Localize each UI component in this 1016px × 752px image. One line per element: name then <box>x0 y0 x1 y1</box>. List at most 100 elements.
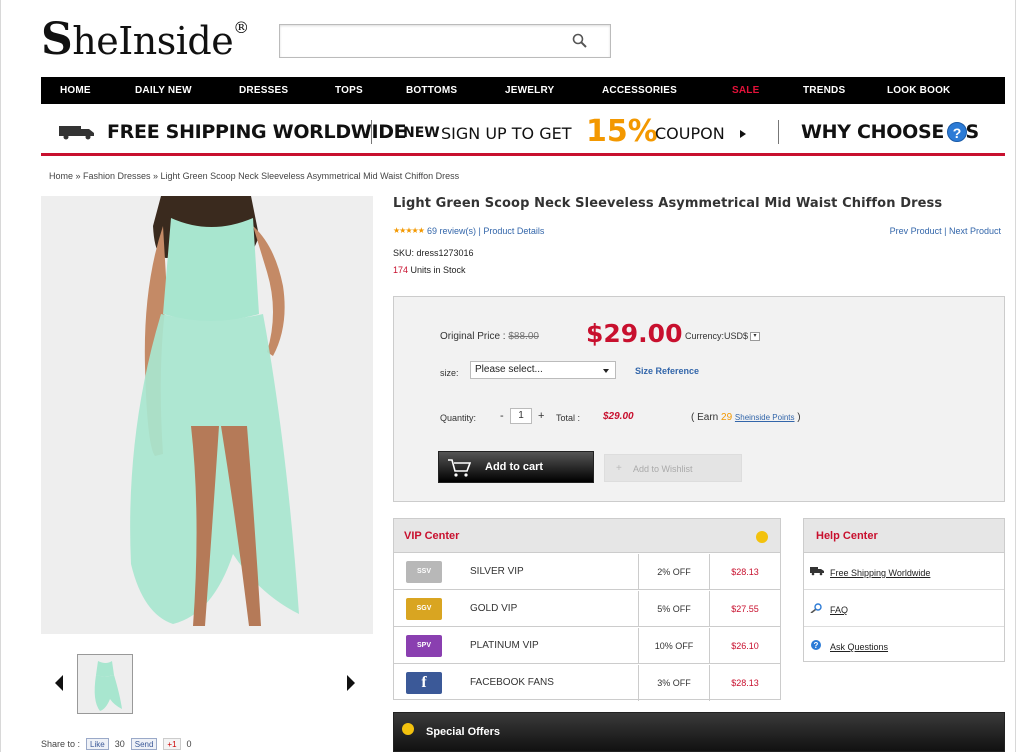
product-title: Light Green Scoop Neck Sleeveless Asymme… <box>393 196 943 211</box>
free-shipping-banner[interactable]: FREE SHIPPING WORLDWIDE <box>107 121 407 143</box>
chevron-down-icon[interactable]: ▾ <box>750 332 761 342</box>
stock-text: Units in Stock <box>408 265 466 275</box>
quantity-decrement-button[interactable]: - <box>500 410 504 422</box>
thumbnail-image[interactable] <box>77 654 133 714</box>
stock-count: 174 <box>393 265 409 275</box>
reviews-link[interactable]: 69 review(s) | Product Details <box>427 226 544 236</box>
cart-icon <box>448 459 471 477</box>
total-label: Total : <box>556 413 581 423</box>
nav-home[interactable]: HOME <box>60 85 91 96</box>
question-icon: ? <box>811 640 821 650</box>
facebook-send-button[interactable]: Send <box>130 738 158 750</box>
main-nav: HOME DAILY NEW DRESSES TOPS BOTTOMS JEWE… <box>41 77 1005 104</box>
earn-suffix: ) <box>797 412 801 423</box>
vip-price: $28.13 <box>731 678 759 688</box>
nav-look-book[interactable]: LOOK BOOK <box>887 85 950 96</box>
signup-new-label: NEW <box>403 125 440 141</box>
prev-next-product-links[interactable]: Prev Product | Next Product <box>890 226 1001 236</box>
search-input[interactable] <box>279 24 611 58</box>
nav-jewelry[interactable]: JEWELRY <box>505 85 554 96</box>
ask-questions-link[interactable]: Ask Questions <box>830 642 888 652</box>
breadcrumb[interactable]: Home » Fashion Dresses » Light Green Sco… <box>49 171 459 181</box>
vip-row-gold: SGV GOLD VIP 5% OFF $27.55 <box>394 591 780 627</box>
vip-tier-name: GOLD VIP <box>470 603 518 614</box>
add-to-wishlist-button[interactable]: + Add to Wishlist <box>604 454 742 482</box>
send-label: Send <box>134 740 154 749</box>
original-price-row: Original Price : $88.00 <box>440 331 539 342</box>
size-select[interactable]: Please select... <box>470 361 616 379</box>
plus-icon: + <box>616 463 622 474</box>
size-selected-value: Please select... <box>475 364 543 375</box>
share-label: Share to : <box>41 739 81 749</box>
size-label: size: <box>440 368 459 378</box>
size-reference-link[interactable]: Size Reference <box>635 366 699 376</box>
coupon-percent[interactable]: 15% <box>586 114 658 149</box>
thumbnail-strip <box>41 652 373 716</box>
promo-divider <box>778 120 779 144</box>
purchase-panel: Original Price : $88.00 $29.00 Currency:… <box>393 296 1005 502</box>
nav-daily-new[interactable]: DAILY NEW <box>135 85 192 96</box>
earn-prefix: ( Earn <box>691 412 719 423</box>
vip-price: $27.55 <box>731 604 759 614</box>
sale-price: $29.00 <box>586 319 683 348</box>
vip-row-silver: SSV SILVER VIP 2% OFF $28.13 <box>394 554 780 590</box>
quantity-increment-button[interactable]: + <box>538 410 544 422</box>
vip-price: $28.13 <box>731 567 759 577</box>
currency-label: Currency:USD$ <box>685 331 749 341</box>
add-to-wishlist-label: Add to Wishlist <box>633 464 693 474</box>
help-row-ask: ? Ask Questions <box>804 628 1004 664</box>
nav-trends[interactable]: TRENDS <box>803 85 845 96</box>
nav-tops[interactable]: TOPS <box>335 85 363 96</box>
gold-vip-badge-icon: SGV <box>406 598 442 620</box>
site-logo[interactable]: SheInside® <box>41 14 249 65</box>
sheinside-points-link[interactable]: Sheinside Points <box>735 413 795 422</box>
original-price: $88.00 <box>508 331 539 342</box>
chevron-right-icon[interactable] <box>347 675 355 691</box>
vip-row-facebook: f FACEBOOK FANS 3% OFF $28.13 <box>394 665 780 701</box>
product-sku: SKU: dress1273016 <box>393 248 474 258</box>
faq-link[interactable]: FAQ <box>830 605 848 615</box>
special-offers-title: Special Offers <box>426 726 500 738</box>
product-main-image[interactable] <box>41 196 373 634</box>
vip-discount: 5% OFF <box>638 591 710 627</box>
svg-text:?: ? <box>814 641 819 650</box>
help-center-header: Help Center <box>804 519 1004 553</box>
help-row-shipping: Free Shipping Worldwide <box>804 554 1004 590</box>
vip-discount: 3% OFF <box>638 665 710 701</box>
quantity-input[interactable]: 1 <box>510 408 532 424</box>
platinum-vip-badge-icon: SPV <box>406 635 442 657</box>
add-to-cart-button[interactable]: Add to cart <box>438 451 594 483</box>
signup-text[interactable]: SIGN UP TO GET <box>441 124 572 143</box>
silver-vip-badge-icon: SSV <box>406 561 442 583</box>
vip-center-header: VIP Center <box>394 519 780 553</box>
like-label: Like <box>90 740 105 749</box>
nav-bottoms[interactable]: BOTTOMS <box>406 85 457 96</box>
original-price-label: Original Price : <box>440 331 506 342</box>
truck-icon <box>59 126 94 140</box>
nav-sale[interactable]: SALE <box>732 85 759 96</box>
facebook-icon: f <box>406 672 442 694</box>
earn-points-value: 29 <box>721 412 733 423</box>
rating-stars: ★★★★★ <box>393 226 425 235</box>
google-plus-button[interactable]: +1 <box>163 738 181 750</box>
search-icon[interactable] <box>572 33 588 49</box>
truck-icon <box>810 567 824 576</box>
nav-dresses[interactable]: DRESSES <box>239 85 288 96</box>
facebook-like-button[interactable]: Like <box>86 738 109 750</box>
play-arrow-icon <box>740 130 746 138</box>
vip-center-title: VIP Center <box>404 530 460 542</box>
free-shipping-link[interactable]: Free Shipping Worldwide <box>830 568 930 578</box>
crown-icon <box>756 531 768 543</box>
share-row: Share to : Like 30 Send +1 0 <box>41 738 192 750</box>
question-icon[interactable]: ? <box>947 122 967 142</box>
add-to-cart-label: Add to cart <box>485 461 544 473</box>
nav-accessories[interactable]: ACCESSORIES <box>602 85 677 96</box>
lightbulb-icon <box>402 723 414 735</box>
currency-select[interactable]: Currency:USD$ ▾ <box>685 331 761 342</box>
coupon-label[interactable]: COUPON <box>655 124 725 143</box>
gplus-label: +1 <box>167 740 177 749</box>
vip-discount: 10% OFF <box>638 628 710 664</box>
gplus-count: 0 <box>186 739 192 749</box>
chevron-left-icon[interactable] <box>55 675 63 691</box>
special-offers-panel: Special Offers <box>393 712 1005 752</box>
